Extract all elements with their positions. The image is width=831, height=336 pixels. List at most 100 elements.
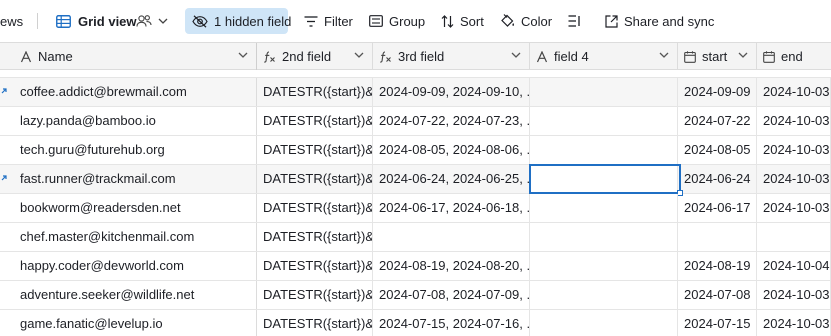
name-cell[interactable]: lazy.panda@bamboo.io: [14, 107, 257, 135]
field-4-cell[interactable]: [530, 107, 678, 135]
start-cell[interactable]: 2024-07-22: [678, 107, 757, 135]
column-header-label: 3rd field: [398, 49, 445, 64]
table-row[interactable]: bookworm@readersden.net DATESTR({start})…: [0, 194, 831, 223]
field-3-cell[interactable]: 2024-07-08, 2024-07-09, ...: [373, 281, 530, 309]
expand-row-icon[interactable]: [0, 174, 8, 182]
end-cell[interactable]: 2024-10-03: [757, 281, 831, 309]
field-2-cell[interactable]: DATESTR({start})&...: [257, 194, 373, 222]
name-cell[interactable]: chef.master@kitchenmail.com: [14, 223, 257, 251]
filter-button[interactable]: Filter: [304, 8, 353, 34]
group-label: Group: [389, 13, 426, 29]
field-2-cell[interactable]: DATESTR({start})&...: [257, 107, 373, 135]
start-cell[interactable]: 2024-07-08: [678, 281, 757, 309]
start-cell[interactable]: 2024-09-09: [678, 78, 757, 106]
table-row[interactable]: chef.master@kitchenmail.com DATESTR({sta…: [0, 223, 831, 252]
end-cell[interactable]: 2024-10-03: [757, 310, 831, 336]
column-header-start[interactable]: start: [678, 43, 757, 70]
column-header-label: start: [702, 49, 728, 64]
table-row[interactable]: tech.guru@futurehub.org DATESTR({start})…: [0, 136, 831, 165]
hidden-fields-button[interactable]: 1 hidden field: [185, 8, 291, 34]
name-cell[interactable]: tech.guru@futurehub.org: [14, 136, 257, 164]
field-4-cell[interactable]: [530, 136, 678, 164]
table-row[interactable]: happy.coder@devworld.com DATESTR({start}…: [0, 252, 831, 281]
field-2-cell[interactable]: DATESTR({start})&...: [257, 281, 373, 309]
paint-bucket-icon: [501, 14, 515, 27]
column-header-name[interactable]: Name: [14, 43, 257, 70]
start-cell[interactable]: [678, 223, 757, 251]
field-3-cell[interactable]: 2024-07-15, 2024-07-16, ...: [373, 310, 530, 336]
end-cell[interactable]: 2024-10-03: [757, 78, 831, 106]
start-cell[interactable]: 2024-08-05: [678, 136, 757, 164]
field-3-cell[interactable]: 2024-07-22, 2024-07-23, ...: [373, 107, 530, 135]
calendar-icon: [684, 50, 696, 63]
table-row[interactable]: fast.runner@trackmail.com DATESTR({start…: [0, 164, 831, 196]
column-header-end[interactable]: end: [757, 43, 831, 70]
row-height-icon: [568, 15, 580, 27]
chevron-down-icon[interactable]: [511, 52, 521, 58]
chevron-down-icon[interactable]: [738, 52, 748, 58]
grid-top-spacer: [0, 70, 831, 78]
name-cell[interactable]: game.fanatic@levelup.io: [14, 310, 257, 336]
field-4-cell[interactable]: [530, 310, 678, 336]
end-cell[interactable]: 2024-10-04: [757, 252, 831, 280]
table-row[interactable]: coffee.addict@brewmail.com DATESTR({star…: [0, 78, 831, 107]
field-4-cell[interactable]: [530, 252, 678, 280]
group-button[interactable]: Group: [369, 8, 425, 34]
views-button[interactable]: ews: [0, 8, 23, 34]
start-cell[interactable]: 2024-08-19: [678, 252, 757, 280]
row-height-button[interactable]: [568, 8, 581, 34]
sort-label: Sort: [460, 13, 484, 29]
chevron-down-icon[interactable]: [659, 52, 669, 58]
start-cell[interactable]: 2024-06-17: [678, 194, 757, 222]
end-cell[interactable]: 2024-10-03: [757, 136, 831, 164]
column-header-3rd-field[interactable]: 3rd field: [373, 43, 530, 70]
column-header-field-4[interactable]: field 4: [530, 43, 678, 70]
start-cell[interactable]: 2024-06-24: [678, 165, 757, 193]
field-3-cell[interactable]: 2024-06-24, 2024-06-25, ...: [373, 165, 530, 193]
field-2-cell[interactable]: DATESTR({start})&...: [257, 136, 373, 164]
field-4-cell[interactable]: [530, 78, 678, 106]
text-field-icon: [20, 50, 32, 62]
table-row[interactable]: lazy.panda@bamboo.io DATESTR({start})&..…: [0, 107, 831, 136]
table-row[interactable]: adventure.seeker@wildlife.net DATESTR({s…: [0, 281, 831, 310]
field-3-cell[interactable]: 2024-09-09, 2024-09-10, ...: [373, 78, 530, 106]
chevron-down-icon[interactable]: [238, 52, 248, 58]
field-4-cell[interactable]: [530, 223, 678, 251]
column-header-2nd-field[interactable]: 2nd field: [257, 43, 373, 70]
name-cell[interactable]: coffee.addict@brewmail.com: [14, 78, 257, 106]
share-sync-button[interactable]: Share and sync: [605, 8, 714, 34]
views-label: ews: [0, 13, 24, 29]
grid-view-button[interactable]: Grid view: [56, 8, 137, 34]
collaborators-button[interactable]: [136, 8, 152, 34]
field-4-cell[interactable]: [530, 281, 678, 309]
field-3-cell[interactable]: [373, 223, 530, 251]
end-cell[interactable]: 2024-10-03: [757, 194, 831, 222]
name-cell[interactable]: fast.runner@trackmail.com: [14, 165, 257, 193]
field-4-cell[interactable]: [530, 194, 678, 222]
table-row[interactable]: game.fanatic@levelup.io DATESTR({start})…: [0, 310, 831, 336]
field-2-cell[interactable]: DATESTR({start})&...: [257, 165, 373, 193]
name-cell[interactable]: happy.coder@devworld.com: [14, 252, 257, 280]
share-sync-label: Share and sync: [624, 13, 715, 29]
sort-button[interactable]: Sort: [441, 8, 484, 34]
end-cell[interactable]: 2024-10-03: [757, 165, 831, 193]
name-cell[interactable]: adventure.seeker@wildlife.net: [14, 281, 257, 309]
expand-row-icon[interactable]: [0, 87, 8, 95]
end-cell[interactable]: [757, 223, 831, 251]
color-button[interactable]: Color: [500, 8, 552, 34]
field-4-cell-selected[interactable]: [530, 165, 678, 193]
field-2-cell[interactable]: DATESTR({start})&...: [257, 78, 373, 106]
column-header-label: field 4: [554, 49, 589, 64]
field-3-cell[interactable]: 2024-08-05, 2024-08-06, ...: [373, 136, 530, 164]
field-3-cell[interactable]: 2024-06-17, 2024-06-18, ...: [373, 194, 530, 222]
start-cell[interactable]: 2024-07-15: [678, 310, 757, 336]
name-cell[interactable]: bookworm@readersden.net: [14, 194, 257, 222]
share-icon: [605, 14, 618, 28]
field-3-cell[interactable]: 2024-08-19, 2024-08-20, ...: [373, 252, 530, 280]
field-2-cell[interactable]: DATESTR({start})&...: [257, 223, 373, 251]
field-2-cell[interactable]: DATESTR({start})&...: [257, 310, 373, 336]
view-menu-button[interactable]: [158, 8, 168, 34]
field-2-cell[interactable]: DATESTR({start})&...: [257, 252, 373, 280]
end-cell[interactable]: 2024-10-03: [757, 107, 831, 135]
chevron-down-icon[interactable]: [354, 52, 364, 58]
